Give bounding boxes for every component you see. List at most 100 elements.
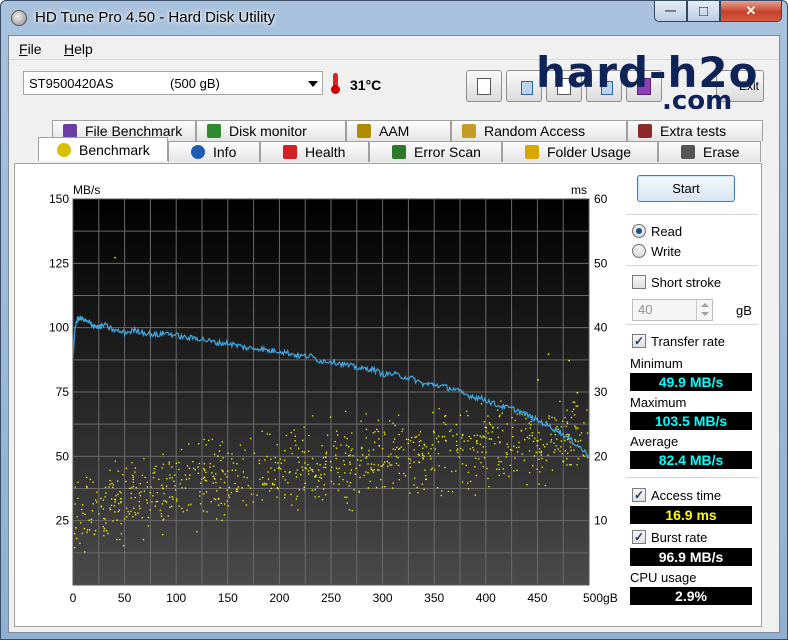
- access-time-point: [354, 473, 357, 476]
- access-time-point: [273, 469, 276, 471]
- spinner-buttons[interactable]: [696, 300, 712, 320]
- maximize-button[interactable]: □: [687, 1, 720, 22]
- short-stroke-spinner[interactable]: 40: [632, 299, 713, 321]
- access-time-point: [231, 453, 233, 455]
- access-time-point: [252, 501, 254, 503]
- access-time-point: [90, 518, 92, 520]
- tab-random-access[interactable]: Random Access: [451, 120, 627, 141]
- access-time-point: [270, 487, 273, 490]
- access-time-point: [418, 444, 421, 447]
- access-time-point: [480, 461, 482, 464]
- tab-error-scan[interactable]: Error Scan: [369, 141, 502, 162]
- access-time-point: [512, 435, 514, 438]
- access-time-point: [506, 443, 508, 445]
- access-time-point: [518, 446, 520, 448]
- close-button[interactable]: ✕: [720, 1, 782, 22]
- access-time-point: [534, 437, 536, 439]
- access-time-point: [291, 504, 293, 506]
- access-time-point: [312, 470, 314, 473]
- access-time-point: [485, 451, 487, 453]
- access-time-point: [102, 525, 104, 528]
- transfer-rate-label: Transfer rate: [651, 334, 725, 349]
- access-time-point: [143, 490, 145, 492]
- access-time-point: [325, 451, 328, 453]
- access-time-point: [92, 481, 94, 483]
- minimize-button[interactable]: —: [654, 1, 687, 22]
- access-time-point: [274, 478, 277, 481]
- access-time-point: [475, 474, 477, 477]
- access-time-point: [131, 487, 133, 489]
- title-bar[interactable]: HD Tune Pro 4.50 - Hard Disk Utility — □…: [1, 1, 787, 35]
- access-time-point: [409, 462, 411, 464]
- access-time-point: [383, 431, 385, 433]
- access-time-point: [250, 493, 253, 495]
- drive-select[interactable]: ST9500420AS (500 gB): [23, 71, 323, 95]
- y-tick-label-left: 125: [49, 256, 69, 270]
- tab-health[interactable]: Health: [260, 141, 369, 162]
- minimum-value: 49.9 MB/s: [630, 373, 752, 391]
- access-time-point: [355, 467, 357, 470]
- access-time-point: [526, 436, 528, 439]
- tab-disk-monitor[interactable]: Disk monitor: [196, 120, 346, 141]
- access-time-checkbox[interactable]: ✓: [632, 488, 646, 502]
- copy-info-button[interactable]: [466, 70, 502, 102]
- access-time-point: [586, 432, 589, 434]
- access-time-point: [171, 477, 173, 479]
- access-time-point: [174, 474, 176, 476]
- close-icon: ✕: [745, 3, 757, 18]
- access-time-point: [397, 457, 399, 459]
- access-time-point: [222, 470, 224, 472]
- access-time-point: [76, 516, 78, 518]
- access-time-point: [108, 486, 110, 488]
- access-time-point: [425, 475, 427, 477]
- read-radio[interactable]: [632, 224, 646, 238]
- access-time-point: [538, 458, 540, 460]
- access-time-point: [432, 411, 434, 414]
- access-time-point: [141, 474, 144, 477]
- access-time-point: [441, 436, 444, 438]
- access-time-point: [118, 509, 121, 511]
- chevron-down-icon: [308, 81, 318, 87]
- access-time-point: [490, 438, 492, 440]
- menu-help[interactable]: Help: [64, 41, 93, 57]
- access-time-point: [221, 469, 223, 471]
- tab-extra-tests[interactable]: Extra tests: [627, 120, 763, 141]
- access-time-point: [277, 462, 279, 464]
- access-time-point: [571, 410, 573, 413]
- transfer-rate-checkbox[interactable]: ✓: [632, 334, 646, 348]
- access-time-point: [546, 443, 548, 445]
- access-time-point: [250, 437, 252, 440]
- access-time-point: [304, 462, 306, 464]
- access-time-point: [377, 419, 380, 421]
- tab-erase[interactable]: Erase: [658, 141, 761, 162]
- access-time-point: [472, 446, 474, 449]
- access-time-point: [261, 499, 263, 501]
- divider: [626, 324, 758, 325]
- access-time-point: [349, 461, 351, 463]
- x-tick-label: 250: [321, 591, 341, 605]
- access-time-point: [348, 509, 351, 511]
- access-time-point: [470, 437, 472, 440]
- access-time-point: [295, 472, 297, 474]
- write-radio[interactable]: [632, 244, 646, 258]
- access-time-point: [360, 459, 362, 462]
- access-time-point: [280, 462, 282, 464]
- access-time-point: [407, 438, 410, 441]
- access-time-point: [267, 478, 270, 480]
- access-time-point: [387, 455, 390, 457]
- access-time-point: [538, 448, 541, 450]
- access-time-point: [444, 466, 446, 469]
- tab-aam[interactable]: AAM: [346, 120, 451, 141]
- menu-file[interactable]: File: [19, 41, 42, 57]
- short-stroke-checkbox[interactable]: [632, 275, 646, 289]
- tab-benchmark[interactable]: Benchmark: [38, 137, 168, 161]
- access-time-point: [241, 487, 243, 489]
- access-time-point: [187, 504, 190, 506]
- start-button[interactable]: Start: [637, 175, 735, 202]
- access-time-point: [570, 449, 572, 451]
- tab-info[interactable]: Info: [168, 141, 260, 162]
- burst-rate-checkbox[interactable]: ✓: [632, 530, 646, 544]
- access-time-point: [117, 493, 119, 496]
- access-time-point: [560, 426, 563, 428]
- tab-folder-usage[interactable]: Folder Usage: [502, 141, 658, 162]
